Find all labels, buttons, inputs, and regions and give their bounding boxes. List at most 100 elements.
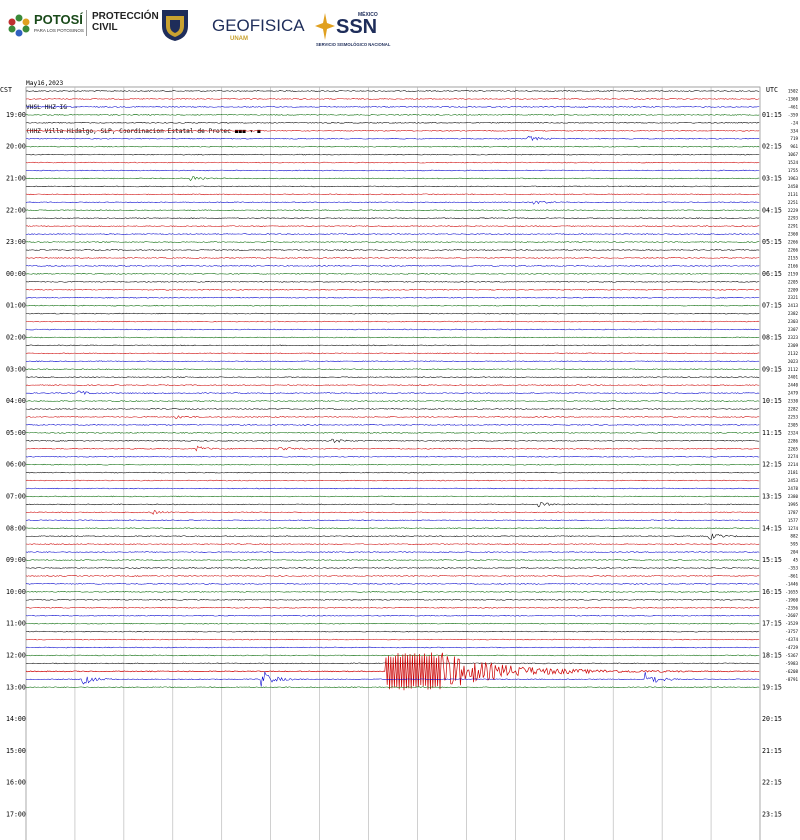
seismic-trace [25,408,760,410]
seismic-trace [25,527,760,530]
trace-count-label: -6208 [785,669,798,674]
seismic-trace [25,135,760,142]
seismic-trace [25,533,760,540]
seismic-trace [25,463,760,466]
seismic-trace [25,130,760,132]
seismic-trace [25,368,760,371]
seismic-trace [25,479,760,482]
trace-count-label: 2214 [788,462,799,467]
right-hour-label: 07:15 [762,302,782,310]
trace-count-label: 2324 [788,430,799,435]
right-hour-label: 12:15 [762,461,782,469]
trace-count-label: 595 [790,542,798,547]
seismic-trace [25,614,760,617]
trace-count-label: 2360 [788,232,799,237]
seismic-trace [25,487,760,490]
trace-count-label: 1274 [788,526,799,531]
plot-frame [25,86,761,840]
trace-count-label: 882 [790,534,798,539]
trace-count-label: -353 [788,566,799,571]
seismic-trace [25,438,760,444]
trace-count-label: -4729 [785,645,798,650]
trace-count-label: 2293 [788,216,799,221]
seismic-trace [25,106,760,108]
left-hour-label: 07:00 [6,492,26,500]
right-hour-label: 18:15 [762,651,782,659]
left-hour-label: 09:00 [6,556,26,564]
seismic-trace [25,193,760,196]
seismic-trace [25,575,760,577]
right-hour-label: 15:15 [762,556,782,564]
left-hour-label: 04:00 [6,397,26,405]
right-hour-label: 04:15 [762,206,782,214]
seismic-trace [25,296,760,299]
trace-count-label: 2266 [788,248,799,253]
seismic-trace [25,90,760,92]
left-hour-label: 03:00 [6,365,26,373]
left-hour-label: 19:00 [6,111,26,119]
trace-count-label: 1963 [788,176,799,181]
trace-count-label: -8791 [785,677,798,682]
seismic-trace [25,432,760,434]
trace-count-label: 2023 [788,359,799,364]
grid-layer [25,86,761,840]
left-hour-label: 10:00 [6,588,26,596]
right-hour-label: 03:15 [762,174,782,182]
trace-count-label: 2166 [788,263,799,268]
trace-count-label: 2132 [788,351,799,356]
trace-count-label: 2453 [788,478,799,483]
trace-count-label: 719 [790,136,798,141]
right-hour-label: 01:15 [762,111,782,119]
right-hour-label: 21:15 [762,747,782,755]
seismic-trace [25,312,760,315]
left-hour-label: 01:00 [6,302,26,310]
trace-count-label: 1577 [788,518,799,523]
trace-count-label: 1524 [788,160,799,165]
seismic-trace [25,559,760,561]
right-hour-label: 11:15 [762,429,782,437]
right-hour-label: 10:15 [762,397,782,405]
seismic-trace [25,344,760,347]
left-hour-label: 08:00 [6,524,26,532]
trace-count-label: 2321 [788,295,799,300]
right-hour-label: 17:15 [762,620,782,628]
right-hour-label: 19:15 [762,683,782,691]
trace-count-label: 1995 [788,502,799,507]
seismic-trace [25,352,760,355]
seismic-trace [25,384,760,386]
left-hour-label: 16:00 [6,779,26,787]
seismic-trace [25,376,760,378]
trace-count-label: -4374 [785,637,798,642]
trace-count-label: 2440 [788,383,799,388]
right-hour-label: 14:15 [762,524,782,532]
seismic-trace [25,176,760,181]
seismic-trace [25,249,760,251]
seismic-trace [25,217,760,219]
seismic-trace [25,114,760,116]
seismic-trace [25,233,760,235]
trace-count-label: 2303 [788,319,799,324]
seismic-trace [25,471,760,474]
trace-count-label: 1787 [788,510,799,515]
seismic-trace [25,519,760,522]
seismic-trace [25,638,760,641]
trace-layer [25,90,760,691]
seismic-trace [25,445,760,452]
trace-count-label: -461 [788,104,799,109]
trace-count-label: -5983 [785,661,798,666]
seismic-trace [25,153,760,156]
right-hour-label: 08:15 [762,333,782,341]
seismic-trace [25,304,760,307]
seismic-trace [25,606,760,609]
trace-count-label: 2458 [788,184,799,189]
trace-count-label: -5367 [785,653,798,658]
trace-count-label: 2401 [788,375,799,380]
trace-count-label: 2330 [788,399,799,404]
seismic-trace [25,328,760,331]
trace-count-label: 2155 [788,255,799,260]
seismic-trace [25,169,760,172]
trace-count-label: -1655 [785,589,798,594]
trace-count-label: 2251 [788,200,799,205]
seismic-trace [25,320,760,323]
trace-count-label: 1502 [788,89,799,94]
